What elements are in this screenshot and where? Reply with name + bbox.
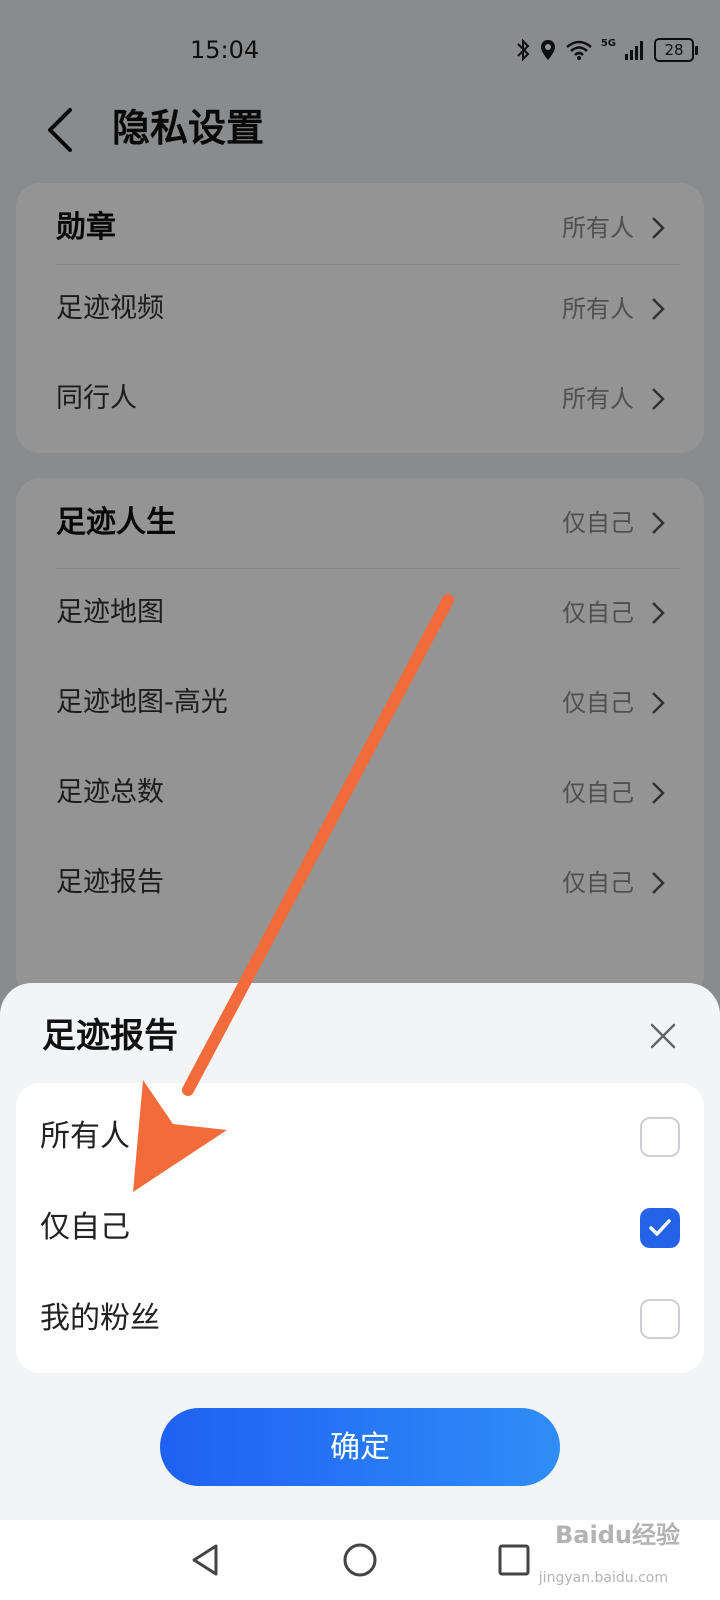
nav-back-icon[interactable]: [186, 1540, 226, 1580]
option-label: 所有人: [40, 1119, 130, 1154]
checkbox[interactable]: [640, 1117, 680, 1157]
bottom-sheet: 足迹报告 所有人 仅自己 我的粉丝 确定: [0, 983, 720, 1520]
checkmark-icon: [649, 1219, 671, 1236]
visibility-options: 所有人 仅自己 我的粉丝: [16, 1083, 704, 1373]
confirm-button[interactable]: 确定: [160, 1408, 560, 1486]
checkbox-checked[interactable]: [640, 1208, 680, 1248]
checkbox[interactable]: [640, 1299, 680, 1339]
sheet-title: 足迹报告: [42, 1016, 178, 1056]
option-label: 我的粉丝: [40, 1301, 160, 1336]
option-everyone[interactable]: 所有人: [16, 1091, 704, 1183]
option-only-me[interactable]: 仅自己: [16, 1182, 704, 1274]
privacy-settings-page: 15:04 5G 28 隐私设置 勋章 所有人 足迹视频 所有人 同行人 所有人: [0, 0, 720, 1600]
option-label: 仅自己: [40, 1210, 130, 1245]
close-icon[interactable]: [648, 1021, 678, 1051]
nav-recents-icon[interactable]: [494, 1540, 534, 1580]
nav-home-icon[interactable]: [340, 1540, 380, 1580]
watermark-logo: Baidu经验: [555, 1521, 680, 1549]
option-my-fans[interactable]: 我的粉丝: [16, 1273, 704, 1365]
watermark-url: jingyan.baidu.com: [538, 1570, 668, 1586]
